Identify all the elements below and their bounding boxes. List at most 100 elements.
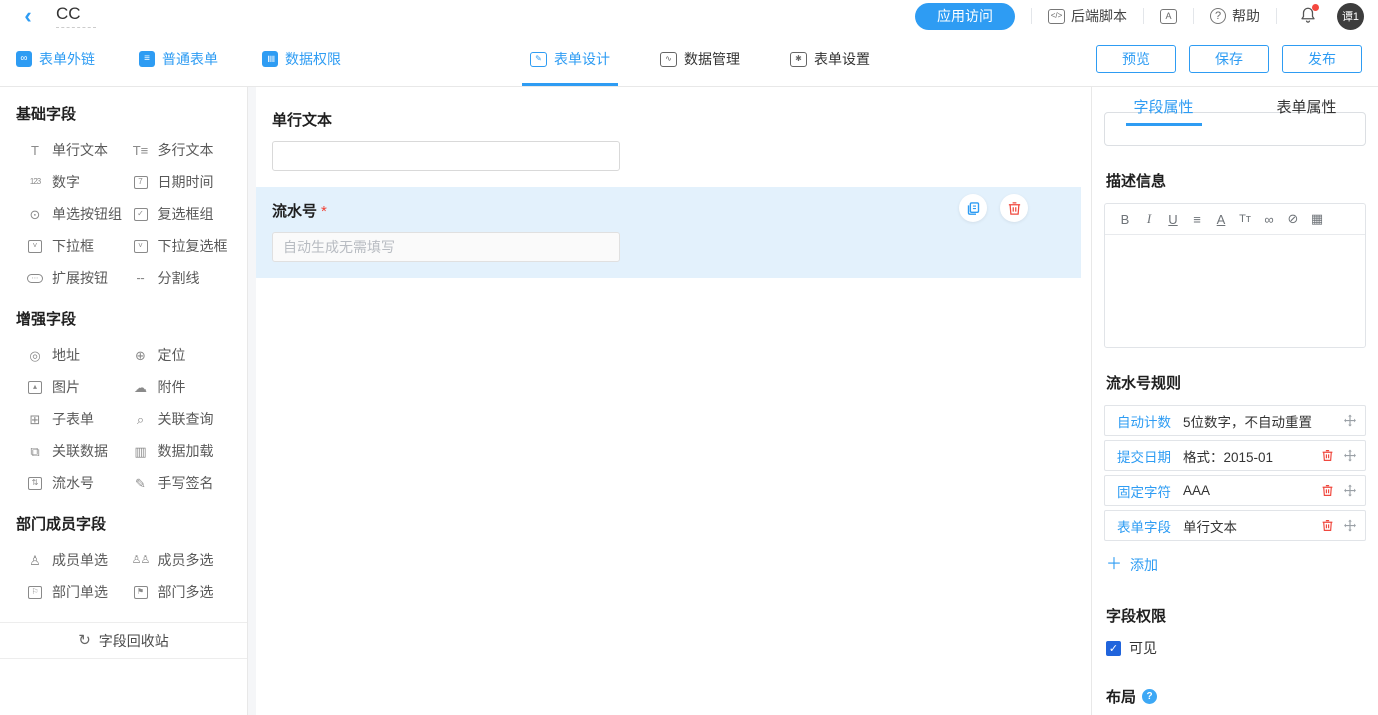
avatar[interactable]: 谭1 bbox=[1337, 3, 1364, 30]
font-size-icon[interactable]: Tт bbox=[1233, 213, 1257, 225]
tab-form-settings[interactable]: ✱ 表单设置 bbox=[790, 32, 870, 86]
field-item-dropdown-multi[interactable]: ˅下拉复选框 bbox=[132, 230, 238, 262]
save-button[interactable]: 保存 bbox=[1189, 45, 1269, 73]
field-item-single-text[interactable]: T单行文本 bbox=[26, 134, 132, 166]
notification-button[interactable] bbox=[1299, 6, 1317, 27]
app-title-wrap[interactable]: CC bbox=[56, 4, 96, 28]
publish-button[interactable]: 发布 bbox=[1282, 45, 1362, 73]
plain-form-button[interactable]: ≡ 普通表单 bbox=[139, 49, 218, 69]
back-button[interactable]: ‹ bbox=[14, 6, 42, 26]
signature-icon: ✎ bbox=[132, 477, 150, 490]
dept-multi-icon: ⚑ bbox=[134, 586, 148, 599]
panel-scroll-area[interactable]: 描述信息 B I U ≡ A Tт ∞ ⊘ ▦ 流水号规则 bbox=[1092, 112, 1378, 715]
properties-panel: 字段属性 表单属性 描述信息 B I U ≡ A Tт ∞ ⊘ bbox=[1091, 87, 1378, 715]
tab-label: 表单设置 bbox=[814, 49, 870, 69]
field-item-divider[interactable]: ╌分割线 bbox=[132, 262, 238, 294]
app-access-button[interactable]: 应用访问 bbox=[915, 3, 1015, 30]
tab-form-properties[interactable]: 表单属性 bbox=[1235, 87, 1378, 126]
rule-row-auto-count[interactable]: 自动计数 5位数字，不自动重置 bbox=[1104, 405, 1366, 436]
radio-group-icon: ⊙ bbox=[26, 208, 44, 221]
field-item-radio-group[interactable]: ⊙单选按钮组 bbox=[26, 198, 132, 230]
canvas-field-single-text[interactable]: 单行文本 bbox=[256, 96, 1081, 187]
required-asterisk: * bbox=[321, 203, 327, 220]
field-item-member-multi[interactable]: ♙♙成员多选 bbox=[132, 544, 238, 576]
field-item-address[interactable]: ◎地址 bbox=[26, 339, 132, 371]
dropdown-icon: ˅ bbox=[28, 240, 42, 253]
description-editor-body[interactable] bbox=[1105, 235, 1365, 347]
visible-label: 可见 bbox=[1129, 638, 1157, 658]
drag-handle-icon[interactable] bbox=[1343, 414, 1357, 428]
tab-data-manage[interactable]: ∿ 数据管理 bbox=[660, 32, 740, 86]
delete-field-button[interactable] bbox=[1000, 194, 1028, 222]
checkbox-checked-icon[interactable]: ✓ bbox=[1106, 641, 1121, 656]
field-item-subform[interactable]: ⊞子表单 bbox=[26, 403, 132, 435]
visible-checkbox-row[interactable]: ✓ 可见 bbox=[1106, 638, 1364, 658]
field-recycle-bin[interactable]: ↻ 字段回收站 bbox=[0, 622, 247, 659]
rule-row-submit-date[interactable]: 提交日期 格式：2015-01 bbox=[1104, 440, 1366, 471]
field-item-multi-text[interactable]: T≡多行文本 bbox=[132, 134, 238, 166]
linked-data-icon: ⧉ bbox=[26, 445, 44, 458]
field-item-image[interactable]: ▴图片 bbox=[26, 371, 132, 403]
copy-field-button[interactable] bbox=[959, 194, 987, 222]
field-item-linked-query[interactable]: ⌕关联查询 bbox=[132, 403, 238, 435]
backend-script-button[interactable]: </> 后端脚本 bbox=[1048, 6, 1127, 26]
field-item-datetime[interactable]: 7日期时间 bbox=[132, 166, 238, 198]
field-item-serial-number[interactable]: ⇅流水号 bbox=[26, 467, 132, 499]
field-item-attachment[interactable]: ☁附件 bbox=[132, 371, 238, 403]
external-link-button[interactable]: ∞ 表单外链 bbox=[16, 49, 95, 69]
field-label: 流水号* bbox=[272, 200, 1065, 221]
rule-type[interactable]: 自动计数 bbox=[1117, 411, 1171, 431]
tab-form-design[interactable]: ✎ 表单设计 bbox=[530, 32, 610, 86]
form-toolbar: ∞ 表单外链 ≡ 普通表单 ≣ 数据权限 ✎ 表单设计 ∿ 数据管理 ✱ bbox=[0, 32, 1378, 87]
field-item-extend-button[interactable]: ⋯扩展按钮 bbox=[26, 262, 132, 294]
delete-rule-button[interactable] bbox=[1321, 519, 1334, 532]
bold-icon[interactable]: B bbox=[1113, 212, 1137, 227]
single-text-input[interactable] bbox=[272, 141, 620, 171]
font-color-icon[interactable]: A bbox=[1209, 212, 1233, 227]
delete-rule-button[interactable] bbox=[1321, 484, 1334, 497]
field-item-dept-single[interactable]: ⚐部门单选 bbox=[26, 576, 132, 608]
italic-icon[interactable]: I bbox=[1137, 211, 1161, 227]
link-icon[interactable]: ∞ bbox=[1257, 212, 1281, 227]
layout-help-icon[interactable]: ? bbox=[1142, 689, 1157, 704]
field-item-dropdown[interactable]: ˅下拉框 bbox=[26, 230, 132, 262]
canvas-panel-gutter bbox=[1081, 87, 1091, 715]
contacts-button[interactable]: A bbox=[1160, 9, 1177, 24]
unlink-icon[interactable]: ⊘ bbox=[1281, 211, 1305, 227]
delete-rule-button[interactable] bbox=[1321, 449, 1334, 462]
drag-handle-icon[interactable] bbox=[1343, 484, 1357, 498]
tab-field-properties[interactable]: 字段属性 bbox=[1092, 87, 1235, 126]
rule-row-fixed-chars[interactable]: 固定字符 AAA bbox=[1104, 475, 1366, 506]
field-item-member-single[interactable]: ♙成员单选 bbox=[26, 544, 132, 576]
canvas-field-serial-number[interactable]: 流水号* bbox=[256, 187, 1081, 278]
field-item-dept-multi[interactable]: ⚑部门多选 bbox=[132, 576, 238, 608]
field-item-checkbox-group[interactable]: ✓复选框组 bbox=[132, 198, 238, 230]
field-item-linked-data[interactable]: ⧉关联数据 bbox=[26, 435, 132, 467]
add-rule-button[interactable]: ＋ 添加 bbox=[1106, 555, 1364, 575]
help-button[interactable]: ? 帮助 bbox=[1210, 6, 1260, 26]
underline-icon[interactable]: U bbox=[1161, 212, 1185, 227]
rule-type[interactable]: 固定字符 bbox=[1117, 481, 1171, 501]
field-item-signature[interactable]: ✎手写签名 bbox=[132, 467, 238, 499]
data-permission-button[interactable]: ≣ 数据权限 bbox=[262, 49, 341, 69]
preview-button[interactable]: 预览 bbox=[1096, 45, 1176, 73]
rule-type[interactable]: 提交日期 bbox=[1117, 446, 1171, 466]
help-label: 帮助 bbox=[1232, 6, 1260, 26]
field-item-locate[interactable]: ⊕定位 bbox=[132, 339, 238, 371]
linked-query-icon: ⌕ bbox=[132, 413, 150, 426]
insert-image-icon[interactable]: ▦ bbox=[1305, 211, 1329, 227]
data-load-icon: ▥ bbox=[132, 445, 150, 458]
field-item-number[interactable]: 123数字 bbox=[26, 166, 132, 198]
align-icon[interactable]: ≡ bbox=[1185, 212, 1209, 227]
form-canvas[interactable]: 单行文本 流水号* bbox=[256, 87, 1081, 715]
rule-row-form-field[interactable]: 表单字段 单行文本 bbox=[1104, 510, 1366, 541]
checkbox-group-icon: ✓ bbox=[134, 208, 148, 221]
rule-type[interactable]: 表单字段 bbox=[1117, 516, 1171, 536]
drag-handle-icon[interactable] bbox=[1343, 449, 1357, 463]
image-icon: ▴ bbox=[28, 381, 42, 394]
enhanced-fields-grid: ◎地址 ⊕定位 ▴图片 ☁附件 ⊞子表单 ⌕关联查询 ⧉关联数据 ▥数据加载 ⇅… bbox=[0, 339, 247, 499]
field-item-data-load[interactable]: ▥数据加载 bbox=[132, 435, 238, 467]
top-header: ‹ CC 应用访问 </> 后端脚本 A ? 帮助 bbox=[0, 0, 1378, 32]
app-title[interactable]: CC bbox=[56, 4, 96, 24]
drag-handle-icon[interactable] bbox=[1343, 519, 1357, 533]
